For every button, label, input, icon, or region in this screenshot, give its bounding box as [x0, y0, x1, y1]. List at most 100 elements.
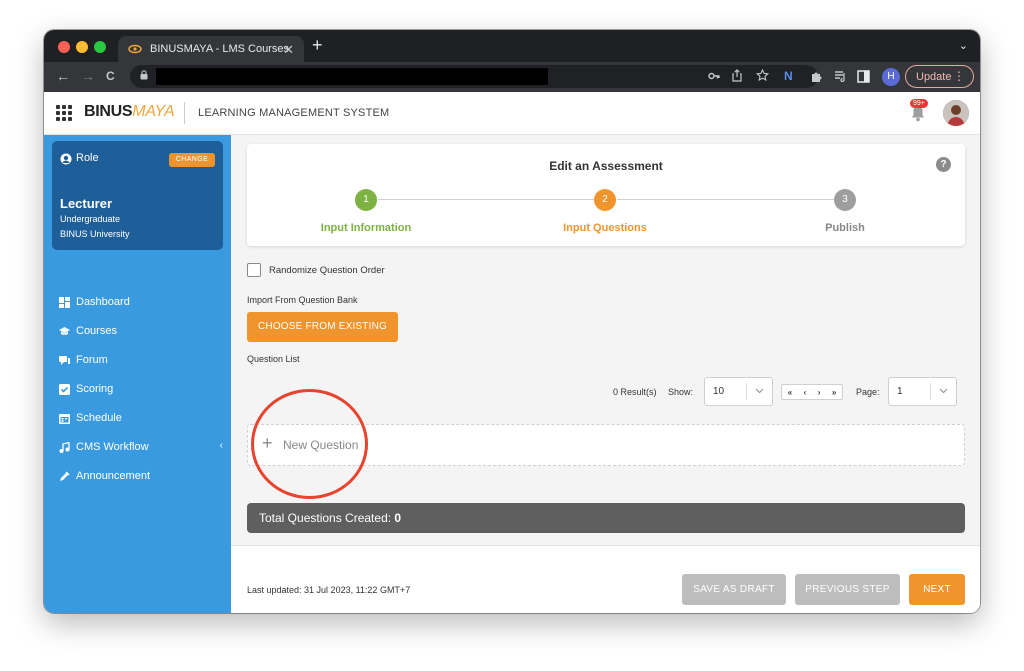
close-tab-icon[interactable]: ✕: [283, 42, 294, 58]
cms-workflow-icon: [59, 441, 70, 453]
sidebar-item-dashboard[interactable]: Dashboard: [59, 292, 229, 312]
import-label: Import From Question Bank: [247, 295, 358, 305]
minimize-window-button[interactable]: [76, 41, 88, 53]
back-icon[interactable]: ←: [56, 68, 70, 84]
sidebar-item-cms-workflow[interactable]: CMS Workflow ‹: [59, 437, 229, 457]
browser-tab[interactable]: BINUSMAYA - LMS Courses ✕: [118, 36, 304, 62]
redacted-url: [156, 68, 548, 85]
next-page-button[interactable]: ›: [818, 388, 821, 397]
assessment-stepper: Edit an Assessment ? 1 2 3 Input Informa…: [247, 144, 965, 246]
show-count-select[interactable]: 10: [704, 377, 773, 406]
page-label: Page:: [856, 387, 880, 397]
forum-icon: [59, 355, 70, 365]
scoring-icon: [59, 383, 70, 395]
main-content: Edit an Assessment ? 1 2 3 Input Informa…: [231, 135, 980, 613]
step-connector: [378, 199, 605, 200]
reading-list-icon[interactable]: [834, 70, 847, 82]
sidebar-item-forum[interactable]: Forum: [59, 350, 229, 370]
annotation-circle: [251, 389, 368, 499]
notification-badge: 99+: [910, 99, 928, 108]
forward-icon[interactable]: →: [81, 68, 95, 84]
sidebar-item-label: Forum: [76, 354, 108, 366]
reload-icon[interactable]: C: [106, 69, 115, 83]
total-questions-bar: Total Questions Created: 0: [247, 503, 965, 533]
dashboard-icon: [59, 296, 70, 308]
app-grid-icon[interactable]: [56, 105, 72, 121]
choose-from-existing-button[interactable]: CHOOSE FROM EXISTING: [247, 312, 398, 342]
tab-search-icon[interactable]: ⌄: [959, 39, 968, 52]
chevron-down-icon: [939, 388, 948, 394]
binusmaya-logo[interactable]: BINUSMAYA: [84, 103, 175, 121]
browser-window: BINUSMAYA - LMS Courses ✕ + ⌄ ← → C N H …: [44, 30, 980, 613]
step-1-label[interactable]: Input Information: [286, 222, 446, 234]
tab-bar: BINUSMAYA - LMS Courses ✕ + ⌄: [44, 30, 980, 62]
sidebar-item-announcement[interactable]: Announcement: [59, 466, 229, 486]
role-org: BINUS University: [60, 229, 130, 239]
step-connector: [617, 199, 844, 200]
lock-icon: [140, 70, 148, 80]
close-window-button[interactable]: [58, 41, 70, 53]
help-icon[interactable]: ?: [936, 157, 951, 172]
step-3-circle[interactable]: 3: [834, 189, 856, 211]
sidebar-item-label: Dashboard: [76, 296, 130, 308]
previous-step-button[interactable]: PREVIOUS STEP: [795, 574, 900, 605]
key-icon[interactable]: [708, 71, 720, 81]
prev-page-button[interactable]: ‹: [804, 388, 807, 397]
address-bar[interactable]: [130, 65, 818, 88]
update-chrome-button[interactable]: Update ⋮: [905, 65, 974, 88]
notion-extension-icon[interactable]: N: [784, 69, 793, 83]
pagination-controls: « ‹ › »: [781, 384, 843, 400]
bookmark-star-icon[interactable]: [756, 69, 769, 82]
sidebar-item-label: Schedule: [76, 412, 122, 424]
role-user-icon: [60, 153, 72, 165]
step-3-label[interactable]: Publish: [765, 222, 925, 234]
page-select[interactable]: 1: [888, 377, 957, 406]
sidebar-item-scoring[interactable]: Scoring: [59, 379, 229, 399]
step-2-label[interactable]: Input Questions: [525, 222, 685, 234]
extensions-puzzle-icon[interactable]: [810, 70, 823, 83]
chevron-down-icon: [755, 388, 764, 394]
show-count-value: 10: [713, 386, 725, 397]
page-value: 1: [897, 386, 903, 397]
header-divider: [184, 102, 185, 124]
first-page-button[interactable]: «: [788, 388, 792, 397]
sidebar-item-label: Announcement: [76, 470, 150, 482]
more-menu-icon[interactable]: ⋮: [953, 69, 965, 83]
total-questions-value: 0: [394, 511, 402, 525]
last-updated-text: Last updated: 31 Jul 2023, 11:22 GMT+7: [247, 585, 411, 595]
change-role-button[interactable]: CHANGE: [169, 153, 215, 167]
profile-avatar[interactable]: H: [882, 68, 900, 86]
sidebar-item-label: CMS Workflow: [76, 441, 149, 453]
browser-toolbar: ← → C N H Update ⋮: [44, 62, 980, 92]
sidebar-item-schedule[interactable]: Schedule: [59, 408, 229, 428]
result-count: 0 Result(s): [613, 387, 657, 397]
new-tab-button[interactable]: +: [312, 35, 323, 56]
schedule-icon: [59, 413, 70, 424]
chevron-left-icon[interactable]: ‹: [220, 440, 223, 451]
step-2-circle[interactable]: 2: [594, 189, 616, 211]
app-header: BINUSMAYA LEARNING MANAGEMENT SYSTEM 99+: [44, 92, 980, 135]
role-card: Role CHANGE Lecturer Undergraduate BINUS…: [52, 141, 223, 250]
show-label: Show:: [668, 387, 694, 397]
last-page-button[interactable]: »: [832, 388, 836, 397]
share-icon[interactable]: [732, 69, 742, 82]
page-title: Edit an Assessment: [549, 159, 663, 173]
step-1-circle[interactable]: 1: [355, 189, 377, 211]
next-button[interactable]: NEXT: [909, 574, 965, 605]
randomize-label: Randomize Question Order: [269, 265, 385, 276]
sidebar-item-label: Scoring: [76, 383, 114, 395]
randomize-checkbox[interactable]: [247, 263, 261, 277]
side-panel-icon[interactable]: [857, 70, 870, 83]
role-name: Lecturer: [60, 196, 113, 211]
user-avatar[interactable]: [943, 100, 969, 126]
user-photo-icon: [943, 100, 969, 126]
maximize-window-button[interactable]: [94, 41, 106, 53]
sidebar-item-label: Courses: [76, 325, 117, 337]
system-title: LEARNING MANAGEMENT SYSTEM: [198, 107, 390, 119]
question-list-label: Question List: [247, 354, 300, 364]
save-as-draft-button[interactable]: SAVE AS DRAFT: [682, 574, 786, 605]
sidebar: Role CHANGE Lecturer Undergraduate BINUS…: [44, 135, 231, 613]
announcement-icon: [60, 471, 70, 481]
sidebar-item-courses[interactable]: Courses: [59, 321, 229, 341]
courses-icon: [59, 326, 70, 335]
